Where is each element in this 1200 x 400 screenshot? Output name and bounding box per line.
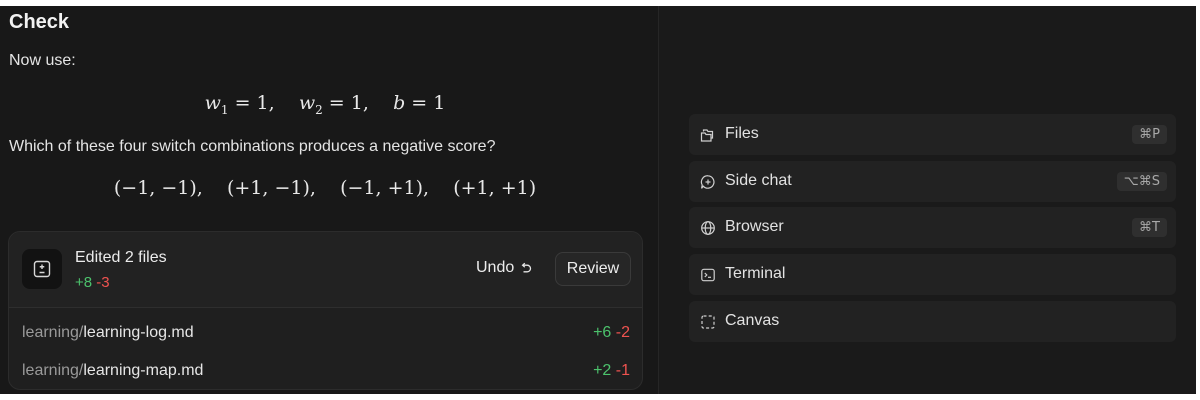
changed-file-row[interactable]: learning/learning-map.md +2 -1 [9, 353, 642, 389]
menu-item-canvas[interactable]: Canvas [689, 301, 1176, 342]
menu-item-browser[interactable]: Browser ⌘T [689, 207, 1176, 248]
total-additions: +8 [75, 274, 93, 291]
menu-item-label: Browser [725, 218, 784, 235]
canvas-icon [701, 315, 715, 329]
undo-button[interactable]: Undo [476, 259, 532, 277]
b-symbol: b [393, 92, 406, 114]
w1-subscript: 1 [220, 102, 229, 117]
shortcut-badge: ⌘T [1132, 218, 1167, 237]
globe-icon [701, 221, 715, 235]
edited-files-title: Edited 2 files [75, 249, 167, 266]
w2-symbol: w [298, 92, 316, 114]
file-delta: +6 -2 [593, 324, 630, 342]
app-window: Check Now use: w1 = 1, w2 = 1, b = 1 Whi… [0, 6, 1196, 394]
file-delta: +2 -1 [593, 362, 630, 380]
w2-value: = 1, [322, 92, 394, 114]
chat-pane: Check Now use: w1 = 1, w2 = 1, b = 1 Whi… [0, 6, 658, 394]
menu-item-files[interactable]: Files ⌘P [689, 114, 1176, 155]
combinations-equation: (−1, −1), (+1, −1), (−1, +1), (+1, +1) [113, 177, 537, 199]
file-name: learning-map.md [83, 362, 204, 379]
message-heading: Check [9, 11, 70, 33]
changed-file-row[interactable]: learning/learning-log.md +6 -2 [9, 315, 642, 351]
menu-item-side-chat[interactable]: Side chat ⌥⌘S [689, 161, 1176, 202]
side-chat-icon [700, 175, 715, 189]
review-button[interactable]: Review [555, 252, 631, 286]
total-deletions: -3 [96, 274, 110, 291]
edited-files-header: Edited 2 files +8 -3 Undo Review [9, 232, 642, 307]
edited-files-card: Edited 2 files +8 -3 Undo Review learnin… [8, 231, 643, 390]
diff-file-icon [22, 249, 62, 289]
w1-value: = 1, [228, 92, 299, 114]
file-path: learning/learning-log.md [22, 324, 194, 342]
menu-item-label: Side chat [725, 172, 792, 189]
shortcut-badge: ⌥⌘S [1116, 172, 1167, 191]
menu-item-label: Files [725, 125, 759, 142]
files-icon [700, 129, 714, 142]
weights-equation: w1 = 1, w2 = 1, b = 1 [0, 92, 650, 117]
file-name: learning-log.md [83, 324, 194, 341]
file-additions: +6 [593, 324, 612, 341]
file-deletions: -1 [615, 362, 630, 379]
question-text: Which of these four switch combinations … [9, 138, 496, 155]
w2-subscript: 2 [315, 102, 323, 117]
shortcut-badge: ⌘P [1132, 125, 1167, 144]
intro-text: Now use: [9, 52, 76, 69]
terminal-icon [701, 268, 715, 282]
file-additions: +2 [593, 362, 612, 379]
menu-item-terminal[interactable]: Terminal [689, 254, 1176, 295]
b-value: = 1 [405, 92, 446, 114]
card-divider [9, 307, 642, 308]
undo-icon [521, 262, 532, 272]
edited-files-stats: +8 -3 [75, 274, 110, 291]
w1-symbol: w [204, 92, 221, 114]
menu-item-label: Terminal [725, 265, 786, 282]
file-deletions: -2 [615, 324, 630, 341]
new-tab-menu: Files ⌘P Side chat ⌥⌘S Browser ⌘T Termin… [659, 6, 1196, 394]
file-dir: learning/ [22, 362, 84, 379]
file-path: learning/learning-map.md [22, 362, 203, 380]
file-dir: learning/ [22, 324, 84, 341]
undo-label: Undo [476, 259, 515, 276]
menu-item-label: Canvas [725, 312, 780, 329]
